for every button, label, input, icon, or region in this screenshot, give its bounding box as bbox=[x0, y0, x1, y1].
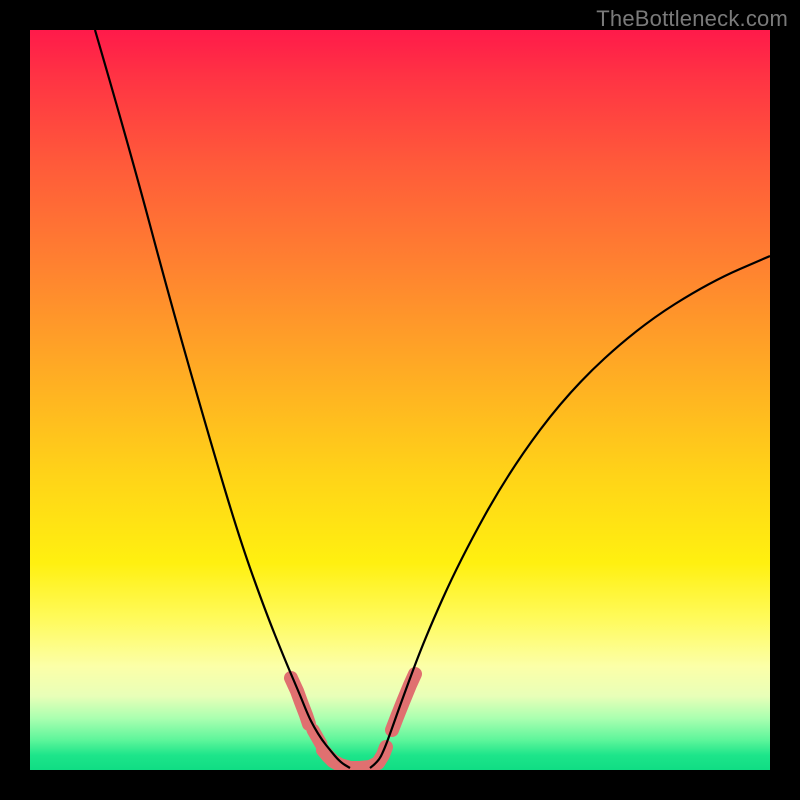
highlight-valley-floor bbox=[323, 747, 386, 768]
plot-area bbox=[30, 30, 770, 770]
left-curve bbox=[95, 30, 350, 768]
highlight-left-descent bbox=[291, 678, 309, 724]
curves-svg bbox=[30, 30, 770, 770]
watermark-text: TheBottleneck.com bbox=[596, 6, 788, 32]
chart-frame: TheBottleneck.com bbox=[0, 0, 800, 800]
right-curve bbox=[370, 256, 770, 768]
